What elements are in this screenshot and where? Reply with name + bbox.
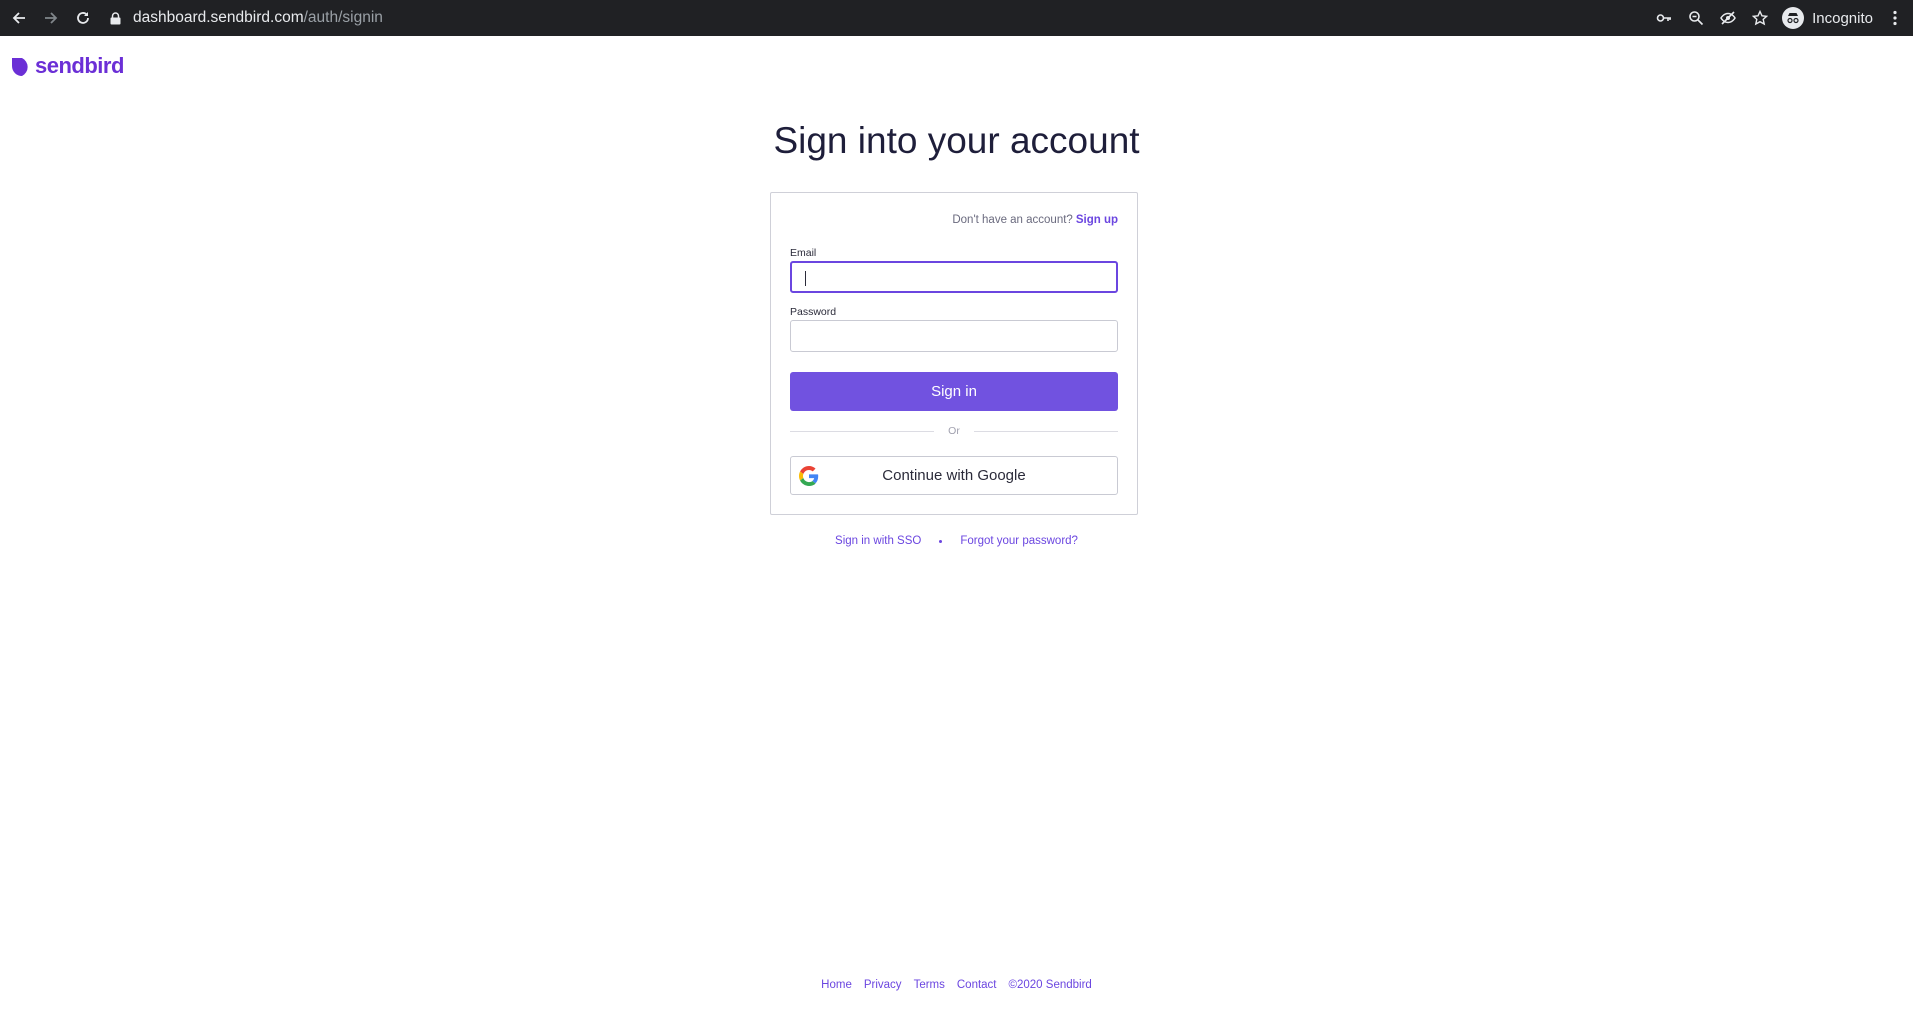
footer-link-privacy[interactable]: Privacy xyxy=(864,979,902,991)
google-signin-button[interactable]: Continue with Google xyxy=(790,456,1118,495)
google-g-icon xyxy=(799,466,819,486)
arrow-right-icon xyxy=(45,12,58,24)
incognito-label: Incognito xyxy=(1812,9,1873,27)
reload-button[interactable] xyxy=(70,5,96,31)
magnifier-icon xyxy=(1689,11,1704,26)
signup-prompt: Don't have an account? xyxy=(952,214,1073,226)
password-field[interactable] xyxy=(790,320,1118,352)
address-bar[interactable]: dashboard.sendbird.com/auth/signin xyxy=(110,4,383,32)
key-icon xyxy=(1656,14,1672,22)
forgot-password-link[interactable]: Forgot your password? xyxy=(960,535,1078,547)
signin-button[interactable]: Sign in xyxy=(790,372,1118,411)
kebab-menu-icon xyxy=(1893,10,1897,26)
email-field[interactable] xyxy=(790,261,1118,293)
separator-dot xyxy=(939,539,943,543)
google-button-label: Continue with Google xyxy=(882,467,1026,484)
eye-slash-icon xyxy=(1720,11,1736,25)
lock-icon xyxy=(110,11,121,24)
footer-link-terms[interactable]: Terms xyxy=(914,979,945,991)
tracking-button[interactable] xyxy=(1712,0,1744,36)
footer-link-home[interactable]: Home xyxy=(821,979,852,991)
incognito-indicator[interactable]: Incognito xyxy=(1782,7,1873,29)
signup-row: Don't have an account? Sign up xyxy=(952,214,1118,226)
star-icon xyxy=(1752,10,1769,26)
page-title: Sign into your account xyxy=(773,120,1140,161)
or-divider: Or xyxy=(790,425,1118,437)
password-label: Password xyxy=(790,306,837,318)
incognito-icon xyxy=(1782,7,1805,29)
browser-toolbar: dashboard.sendbird.com/auth/signin Incog… xyxy=(0,0,1913,36)
signin-card: Don't have an account? Sign up Email Pass… xyxy=(770,192,1138,515)
arrow-left-icon xyxy=(12,12,25,24)
footer: Home Privacy Terms Contact ©2020 Sendbir… xyxy=(0,979,1913,991)
url-path: /auth/signin xyxy=(303,9,383,26)
bookmark-button[interactable] xyxy=(1744,0,1776,36)
divider-line-right xyxy=(974,431,1118,432)
url-host: dashboard.sendbird.com xyxy=(133,9,304,26)
forward-button[interactable] xyxy=(38,5,64,31)
auth-links: Sign in with SSO Forgot your password? xyxy=(0,535,1913,547)
back-button[interactable] xyxy=(6,5,32,31)
text-caret xyxy=(805,271,806,286)
footer-link-contact[interactable]: Contact xyxy=(957,979,997,991)
signup-link[interactable]: Sign up xyxy=(1076,214,1118,226)
sendbird-logo[interactable]: sendbird xyxy=(12,53,124,79)
email-label: Email xyxy=(790,247,817,259)
sendbird-logo-icon xyxy=(12,58,28,76)
browser-menu-button[interactable] xyxy=(1883,0,1907,36)
zoom-button[interactable] xyxy=(1680,0,1712,36)
reload-icon xyxy=(77,12,89,24)
footer-copyright: ©2020 Sendbird xyxy=(1008,979,1092,991)
password-key-button[interactable] xyxy=(1648,0,1680,36)
brand-name: sendbird xyxy=(35,53,124,78)
sso-link[interactable]: Sign in with SSO xyxy=(835,535,921,547)
